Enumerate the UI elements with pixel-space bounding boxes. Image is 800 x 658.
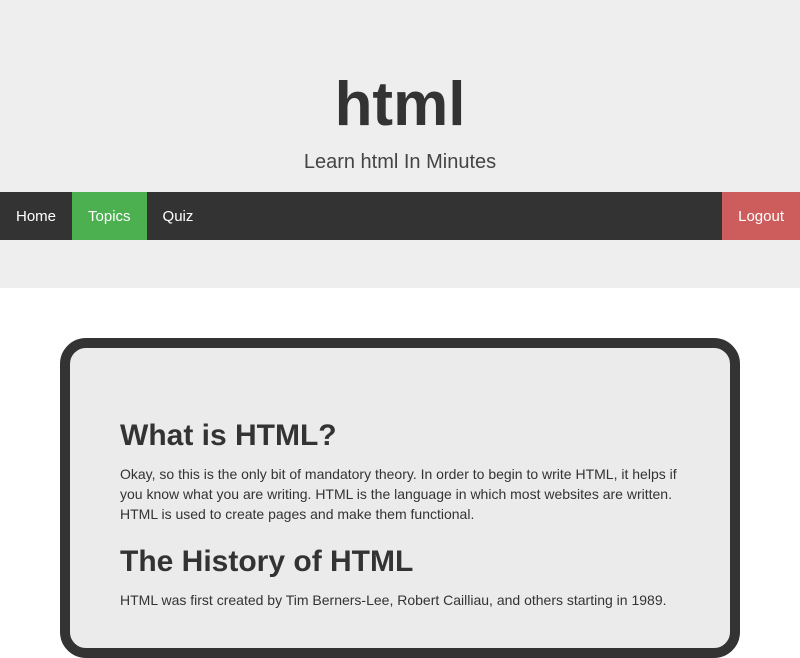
nav-topics-link[interactable]: Topics (72, 192, 147, 240)
logout-button[interactable]: Logout (722, 192, 800, 240)
section-heading-what-is-html: What is HTML? (120, 419, 337, 452)
nav-quiz-link[interactable]: Quiz (147, 192, 210, 240)
section-heading-history: The History of HTML (120, 545, 414, 578)
site-title: html (334, 70, 466, 139)
nav-home-link[interactable]: Home (0, 192, 72, 240)
section-text-history: HTML was first created by Tim Berners-Le… (120, 592, 667, 608)
main-navbar: Home Topics Quiz Logout (0, 192, 800, 240)
site-subtitle: Learn html In Minutes (303, 151, 497, 173)
page-header: html Learn html In Minutes Home Topics Q… (0, 0, 800, 288)
content-card: What is HTML? Okay, so this is the only … (60, 338, 740, 658)
card-content: What is HTML? Okay, so this is the only … (120, 418, 685, 630)
section-text-what-is-html: Okay, so this is the only bit of mandato… (120, 466, 677, 522)
